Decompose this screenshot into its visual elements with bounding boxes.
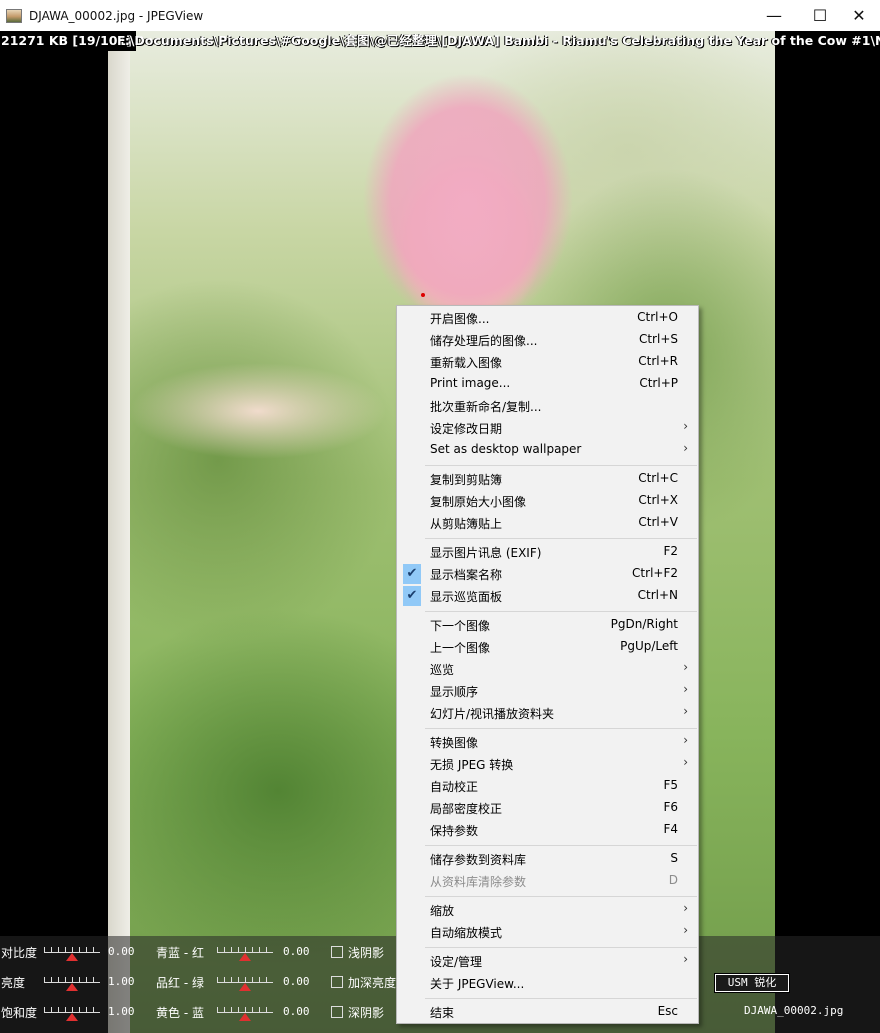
menu-separator [425, 998, 697, 999]
menu-separator [425, 896, 697, 897]
maximize-icon: ☐ [812, 6, 828, 25]
yellow-blue-slider[interactable] [217, 1003, 273, 1021]
yellow-blue-label: 黄色 - 蓝 [156, 1006, 204, 1020]
saturation-label: 饱和度 [1, 1006, 38, 1020]
photo-arm-area [108, 291, 408, 541]
menu-item-copy-clipboard[interactable]: 复制到剪贴簿 Ctrl+C [397, 468, 698, 490]
menu-separator [425, 845, 697, 846]
menu-item-save-params-db[interactable]: 储存参数到资料库 S [397, 848, 698, 870]
submenu-arrow-icon: › [683, 419, 688, 433]
cyan-red-value: 0.00 [283, 945, 310, 958]
deep-shadow-checkbox[interactable] [331, 1006, 343, 1018]
submenu-arrow-icon: › [683, 923, 688, 937]
brightness-label: 亮度 [1, 976, 26, 990]
title-bar[interactable]: DJAWA_00002.jpg - JPEGView — ☐ ✕ [0, 0, 880, 31]
submenu-arrow-icon: › [683, 755, 688, 769]
usm-sharpen-button[interactable]: USM 锐化 [714, 973, 790, 993]
menu-item-settings[interactable]: 设定/管理 › [397, 950, 698, 972]
submenu-arrow-icon: › [683, 733, 688, 747]
slider-thumb-icon[interactable] [66, 983, 78, 991]
deep-shadow-label: 深阴影 [348, 1006, 385, 1020]
slider-thumb-icon[interactable] [239, 1013, 251, 1021]
deepen-highlight-label: 加深亮度 [348, 976, 397, 990]
menu-item-show-nav-panel[interactable]: ✔ 显示巡览面板 Ctrl+N [397, 585, 698, 607]
menu-item-clear-params-db: 从资料库清除参数 D [430, 873, 678, 889]
close-button[interactable]: ✕ [836, 0, 880, 31]
menu-separator [425, 465, 697, 466]
menu-item-auto-zoom-mode[interactable]: 自动缩放模式 › [397, 921, 698, 943]
cyan-red-label: 青蓝 - 红 [156, 946, 204, 960]
menu-item-show-exif[interactable]: 显示图片讯息 (EXIF) F2 [397, 541, 698, 563]
menu-item-set-wallpaper[interactable]: Set as desktop wallpaper › [397, 439, 698, 461]
submenu-arrow-icon: › [683, 441, 688, 455]
menu-item-display-order[interactable]: 显示顺序 › [397, 680, 698, 702]
menu-item-lossless-jpeg[interactable]: 无损 JPEG 转换 › [397, 753, 698, 775]
submenu-arrow-icon: › [683, 682, 688, 696]
light-shadow-label: 浅阴影 [348, 946, 385, 960]
slider-thumb-icon[interactable] [239, 953, 251, 961]
submenu-arrow-icon: › [683, 660, 688, 674]
menu-item-exit[interactable]: 结束 Esc [397, 1001, 698, 1023]
menu-item-batch-rename[interactable]: 批次重新命名/复制... [397, 395, 698, 417]
deepen-highlight-checkbox[interactable] [331, 976, 343, 988]
menu-separator [425, 947, 697, 948]
menu-item-zoom[interactable]: 缩放 › [397, 899, 698, 921]
minimize-button[interactable]: — [751, 0, 797, 31]
check-icon: ✔ [403, 564, 421, 584]
menu-item-transform-image[interactable]: 转换图像 › [397, 731, 698, 753]
slider-thumb-icon[interactable] [66, 953, 78, 961]
menu-item-set-modified-date[interactable]: 设定修改日期 › [397, 417, 698, 439]
light-shadow-checkbox[interactable] [331, 946, 343, 958]
menu-item-show-filename[interactable]: ✔ 显示档案名称 Ctrl+F2 [397, 563, 698, 585]
contrast-label: 对比度 [1, 946, 38, 960]
menu-separator [425, 538, 697, 539]
context-menu: 开启图像... Ctrl+O 储存处理后的图像... Ctrl+S 重新载入图像 Ct… [396, 305, 699, 1024]
app-icon [6, 8, 22, 23]
menu-item-about[interactable]: 关于 JPEGView... [397, 972, 698, 994]
menu-item-keep-params[interactable]: 保持参数 F4 [397, 819, 698, 841]
menu-item-auto-correct[interactable]: 自动校正 F5 [397, 775, 698, 797]
menu-item-paste[interactable]: 从剪贴簿贴上 Ctrl+V [397, 512, 698, 534]
brightness-value: 1.00 [108, 975, 135, 988]
menu-item-local-density[interactable]: 局部密度校正 F6 [397, 797, 698, 819]
menu-item-reload[interactable]: 重新载入图像 Ctrl+R [397, 351, 698, 373]
submenu-arrow-icon: › [683, 901, 688, 915]
close-icon: ✕ [852, 6, 866, 25]
check-icon: ✔ [403, 586, 421, 606]
submenu-arrow-icon: › [683, 952, 688, 966]
image-info-line: 21271 KB [19/101] F:\Documents\Pictures\… [0, 31, 880, 51]
submenu-arrow-icon: › [683, 704, 688, 718]
menu-item-copy-original[interactable]: 复制原始大小图像 Ctrl+X [397, 490, 698, 512]
magenta-green-slider[interactable] [217, 973, 273, 991]
menu-separator [425, 611, 697, 612]
window-title: DJAWA_00002.jpg - JPEGView [29, 8, 204, 23]
saturation-slider[interactable] [44, 1003, 100, 1021]
minimize-icon: — [766, 6, 782, 25]
contrast-slider[interactable] [44, 943, 100, 961]
menu-item-navigate[interactable]: 巡览 › [397, 658, 698, 680]
magenta-green-value: 0.00 [283, 975, 310, 988]
jpegview-window: DJAWA_00002.jpg - JPEGView — ☐ ✕ 21271 K… [0, 0, 880, 1033]
cursor-dot [421, 293, 425, 297]
slider-thumb-icon[interactable] [239, 983, 251, 991]
menu-item-print[interactable]: Print image... Ctrl+P [397, 373, 698, 395]
yellow-blue-value: 0.00 [283, 1005, 310, 1018]
filename-label: DJAWA_00002.jpg [744, 1004, 844, 1017]
brightness-slider[interactable] [44, 973, 100, 991]
slider-thumb-icon[interactable] [66, 1013, 78, 1021]
menu-item-next-image[interactable]: 下一个图像 PgDn/Right [397, 614, 698, 636]
menu-item-open-image[interactable]: 开启图像... Ctrl+O [397, 307, 698, 329]
cyan-red-slider[interactable] [217, 943, 273, 961]
contrast-value: 0.00 [108, 945, 135, 958]
menu-item-slideshow[interactable]: 幻灯片/视讯播放资料夹 › [397, 702, 698, 724]
file-size-index: 21271 KB [19/101] [1, 31, 136, 51]
menu-separator [425, 728, 697, 729]
menu-item-save-processed[interactable]: 储存处理后的图像... Ctrl+S [397, 329, 698, 351]
file-path: F:\Documents\Pictures\#Google\套图\@已经整理\[… [117, 33, 880, 48]
magenta-green-label: 品红 - 绿 [156, 976, 204, 990]
saturation-value: 1.00 [108, 1005, 135, 1018]
menu-item-prev-image[interactable]: 上一个图像 PgUp/Left [397, 636, 698, 658]
